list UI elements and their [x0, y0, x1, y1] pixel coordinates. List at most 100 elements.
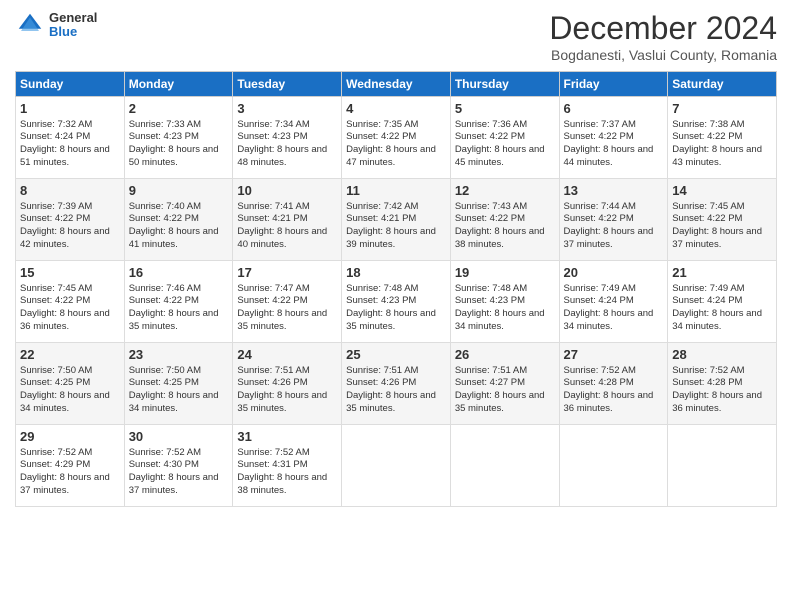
logo-general: General	[49, 11, 97, 25]
day-info: Sunrise: 7:51 AMSunset: 4:26 PMDaylight:…	[237, 365, 327, 414]
day-number: 23	[129, 346, 229, 364]
calendar-cell: 13 Sunrise: 7:44 AMSunset: 4:22 PMDaylig…	[559, 179, 668, 261]
day-number: 29	[20, 428, 120, 446]
day-number: 12	[455, 182, 555, 200]
day-info: Sunrise: 7:44 AMSunset: 4:22 PMDaylight:…	[564, 201, 654, 250]
day-number: 1	[20, 100, 120, 118]
day-number: 13	[564, 182, 664, 200]
day-info: Sunrise: 7:33 AMSunset: 4:23 PMDaylight:…	[129, 119, 219, 168]
header-saturday: Saturday	[668, 72, 777, 97]
calendar-cell: 21 Sunrise: 7:49 AMSunset: 4:24 PMDaylig…	[668, 261, 777, 343]
day-number: 30	[129, 428, 229, 446]
calendar-cell: 2 Sunrise: 7:33 AMSunset: 4:23 PMDayligh…	[124, 97, 233, 179]
day-number: 4	[346, 100, 446, 118]
day-info: Sunrise: 7:32 AMSunset: 4:24 PMDaylight:…	[20, 119, 110, 168]
day-info: Sunrise: 7:42 AMSunset: 4:21 PMDaylight:…	[346, 201, 436, 250]
day-info: Sunrise: 7:41 AMSunset: 4:21 PMDaylight:…	[237, 201, 327, 250]
calendar-cell: 20 Sunrise: 7:49 AMSunset: 4:24 PMDaylig…	[559, 261, 668, 343]
header-thursday: Thursday	[450, 72, 559, 97]
calendar-cell: 16 Sunrise: 7:46 AMSunset: 4:22 PMDaylig…	[124, 261, 233, 343]
calendar-cell: 4 Sunrise: 7:35 AMSunset: 4:22 PMDayligh…	[342, 97, 451, 179]
day-info: Sunrise: 7:49 AMSunset: 4:24 PMDaylight:…	[672, 283, 762, 332]
header-friday: Friday	[559, 72, 668, 97]
day-info: Sunrise: 7:49 AMSunset: 4:24 PMDaylight:…	[564, 283, 654, 332]
calendar-cell	[559, 425, 668, 507]
day-info: Sunrise: 7:37 AMSunset: 4:22 PMDaylight:…	[564, 119, 654, 168]
day-number: 26	[455, 346, 555, 364]
calendar-cell: 1 Sunrise: 7:32 AMSunset: 4:24 PMDayligh…	[16, 97, 125, 179]
calendar-cell: 28 Sunrise: 7:52 AMSunset: 4:28 PMDaylig…	[668, 343, 777, 425]
day-number: 16	[129, 264, 229, 282]
day-info: Sunrise: 7:48 AMSunset: 4:23 PMDaylight:…	[455, 283, 545, 332]
day-number: 3	[237, 100, 337, 118]
day-info: Sunrise: 7:38 AMSunset: 4:22 PMDaylight:…	[672, 119, 762, 168]
calendar-cell: 10 Sunrise: 7:41 AMSunset: 4:21 PMDaylig…	[233, 179, 342, 261]
calendar-cell: 19 Sunrise: 7:48 AMSunset: 4:23 PMDaylig…	[450, 261, 559, 343]
calendar-cell: 26 Sunrise: 7:51 AMSunset: 4:27 PMDaylig…	[450, 343, 559, 425]
day-info: Sunrise: 7:36 AMSunset: 4:22 PMDaylight:…	[455, 119, 545, 168]
calendar-cell: 11 Sunrise: 7:42 AMSunset: 4:21 PMDaylig…	[342, 179, 451, 261]
header: General Blue December 2024 Bogdanesti, V…	[15, 10, 777, 63]
day-number: 10	[237, 182, 337, 200]
day-info: Sunrise: 7:50 AMSunset: 4:25 PMDaylight:…	[20, 365, 110, 414]
title-block: December 2024 Bogdanesti, Vaslui County,…	[549, 10, 777, 63]
calendar-cell: 12 Sunrise: 7:43 AMSunset: 4:22 PMDaylig…	[450, 179, 559, 261]
calendar-cell: 14 Sunrise: 7:45 AMSunset: 4:22 PMDaylig…	[668, 179, 777, 261]
day-number: 9	[129, 182, 229, 200]
calendar-week-3: 15 Sunrise: 7:45 AMSunset: 4:22 PMDaylig…	[16, 261, 777, 343]
logo: General Blue	[15, 10, 97, 40]
calendar-cell: 3 Sunrise: 7:34 AMSunset: 4:23 PMDayligh…	[233, 97, 342, 179]
calendar-cell: 9 Sunrise: 7:40 AMSunset: 4:22 PMDayligh…	[124, 179, 233, 261]
calendar-cell: 5 Sunrise: 7:36 AMSunset: 4:22 PMDayligh…	[450, 97, 559, 179]
calendar-cell: 23 Sunrise: 7:50 AMSunset: 4:25 PMDaylig…	[124, 343, 233, 425]
calendar-cell: 31 Sunrise: 7:52 AMSunset: 4:31 PMDaylig…	[233, 425, 342, 507]
day-number: 27	[564, 346, 664, 364]
day-info: Sunrise: 7:34 AMSunset: 4:23 PMDaylight:…	[237, 119, 327, 168]
location: Bogdanesti, Vaslui County, Romania	[549, 47, 777, 63]
day-info: Sunrise: 7:45 AMSunset: 4:22 PMDaylight:…	[20, 283, 110, 332]
calendar-cell	[342, 425, 451, 507]
day-number: 6	[564, 100, 664, 118]
day-number: 8	[20, 182, 120, 200]
calendar-header-row: SundayMondayTuesdayWednesdayThursdayFrid…	[16, 72, 777, 97]
day-number: 21	[672, 264, 772, 282]
day-info: Sunrise: 7:40 AMSunset: 4:22 PMDaylight:…	[129, 201, 219, 250]
day-number: 19	[455, 264, 555, 282]
day-info: Sunrise: 7:48 AMSunset: 4:23 PMDaylight:…	[346, 283, 436, 332]
day-info: Sunrise: 7:52 AMSunset: 4:31 PMDaylight:…	[237, 447, 327, 496]
day-number: 17	[237, 264, 337, 282]
calendar-cell: 30 Sunrise: 7:52 AMSunset: 4:30 PMDaylig…	[124, 425, 233, 507]
calendar-cell: 22 Sunrise: 7:50 AMSunset: 4:25 PMDaylig…	[16, 343, 125, 425]
day-info: Sunrise: 7:52 AMSunset: 4:30 PMDaylight:…	[129, 447, 219, 496]
calendar-cell	[668, 425, 777, 507]
day-info: Sunrise: 7:51 AMSunset: 4:27 PMDaylight:…	[455, 365, 545, 414]
calendar: SundayMondayTuesdayWednesdayThursdayFrid…	[15, 71, 777, 507]
calendar-cell: 7 Sunrise: 7:38 AMSunset: 4:22 PMDayligh…	[668, 97, 777, 179]
day-number: 14	[672, 182, 772, 200]
header-sunday: Sunday	[16, 72, 125, 97]
day-info: Sunrise: 7:43 AMSunset: 4:22 PMDaylight:…	[455, 201, 545, 250]
day-info: Sunrise: 7:52 AMSunset: 4:29 PMDaylight:…	[20, 447, 110, 496]
calendar-week-1: 1 Sunrise: 7:32 AMSunset: 4:24 PMDayligh…	[16, 97, 777, 179]
calendar-cell: 17 Sunrise: 7:47 AMSunset: 4:22 PMDaylig…	[233, 261, 342, 343]
day-number: 7	[672, 100, 772, 118]
day-number: 24	[237, 346, 337, 364]
day-number: 11	[346, 182, 446, 200]
calendar-cell: 29 Sunrise: 7:52 AMSunset: 4:29 PMDaylig…	[16, 425, 125, 507]
calendar-week-5: 29 Sunrise: 7:52 AMSunset: 4:29 PMDaylig…	[16, 425, 777, 507]
calendar-cell	[450, 425, 559, 507]
calendar-week-2: 8 Sunrise: 7:39 AMSunset: 4:22 PMDayligh…	[16, 179, 777, 261]
day-number: 28	[672, 346, 772, 364]
calendar-cell: 15 Sunrise: 7:45 AMSunset: 4:22 PMDaylig…	[16, 261, 125, 343]
day-info: Sunrise: 7:50 AMSunset: 4:25 PMDaylight:…	[129, 365, 219, 414]
header-tuesday: Tuesday	[233, 72, 342, 97]
logo-text: General Blue	[49, 11, 97, 40]
day-number: 20	[564, 264, 664, 282]
calendar-cell: 18 Sunrise: 7:48 AMSunset: 4:23 PMDaylig…	[342, 261, 451, 343]
day-number: 22	[20, 346, 120, 364]
day-info: Sunrise: 7:39 AMSunset: 4:22 PMDaylight:…	[20, 201, 110, 250]
header-wednesday: Wednesday	[342, 72, 451, 97]
calendar-cell: 6 Sunrise: 7:37 AMSunset: 4:22 PMDayligh…	[559, 97, 668, 179]
day-number: 15	[20, 264, 120, 282]
calendar-cell: 27 Sunrise: 7:52 AMSunset: 4:28 PMDaylig…	[559, 343, 668, 425]
